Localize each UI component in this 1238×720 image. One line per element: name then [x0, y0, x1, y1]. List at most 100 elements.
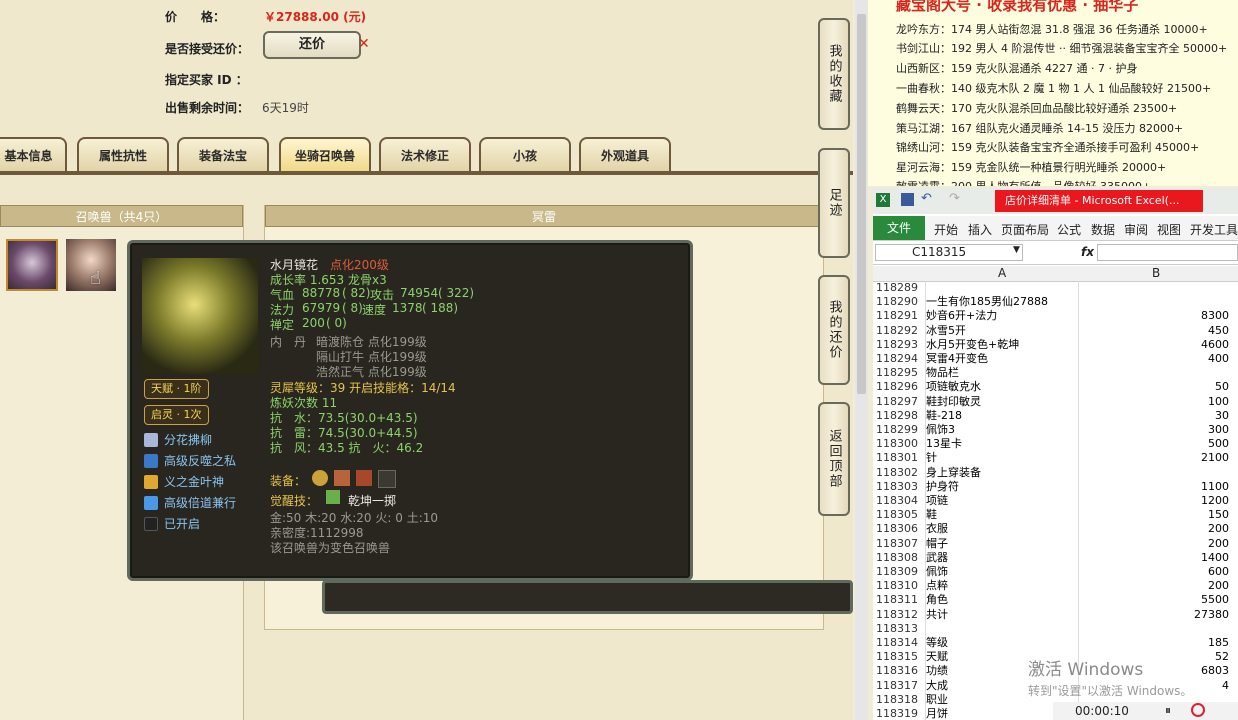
footprint-button[interactable]: 足迹 — [818, 148, 850, 258]
cell-b[interactable]: 1100 — [1201, 480, 1229, 494]
row-number[interactable]: 118296 — [876, 380, 924, 394]
cell-b[interactable]: 5500 — [1201, 593, 1229, 607]
row-number[interactable]: 118313 — [876, 622, 924, 636]
sheet-row[interactable]: 118296 项链敏克水 50 — [873, 380, 1238, 394]
cell-b[interactable]: 185 — [1208, 636, 1229, 650]
my-favorites-button[interactable]: 我的收藏 — [818, 18, 850, 130]
cell-a[interactable]: 大成 — [926, 679, 948, 693]
sheet-row[interactable]: 118309 佩饰 600 — [873, 565, 1238, 579]
row-number[interactable]: 118298 — [876, 409, 924, 423]
ribbon-tab-review[interactable]: 审阅 — [1124, 221, 1148, 238]
sheet-row[interactable]: 118295 物品栏 — [873, 366, 1238, 380]
ribbon-tab-data[interactable]: 数据 — [1091, 221, 1115, 238]
save-icon[interactable] — [901, 193, 914, 206]
row-number[interactable]: 118300 — [876, 437, 924, 451]
row-number[interactable]: 118305 — [876, 508, 924, 522]
row-number[interactable]: 118319 — [876, 707, 924, 720]
sheet-row[interactable]: 118305 鞋 150 — [873, 508, 1238, 522]
cell-a[interactable]: 帽子 — [926, 537, 948, 551]
sheet-row[interactable]: 118291 妙音6开+法力 8300 — [873, 309, 1238, 323]
cell-b[interactable]: 1200 — [1201, 494, 1229, 508]
row-number[interactable]: 118293 — [876, 338, 924, 352]
ribbon-tab-formulas[interactable]: 公式 — [1057, 221, 1081, 238]
row-number[interactable]: 118292 — [876, 324, 924, 338]
undo-icon[interactable]: ↶ — [921, 191, 932, 206]
cell-b[interactable]: 500 — [1208, 437, 1229, 451]
skill-2[interactable]: 高级反噬之私 — [144, 452, 236, 469]
name-box[interactable]: C118315 — [875, 244, 1023, 261]
row-number[interactable]: 118311 — [876, 593, 924, 607]
sheet-row[interactable]: 118293 水月5开变色+乾坤 4600 — [873, 338, 1238, 352]
formula-input[interactable] — [1097, 244, 1238, 261]
cell-a[interactable]: 月饼 — [926, 707, 948, 720]
tab-basic-info[interactable]: 基本信息 — [0, 137, 67, 171]
cell-a[interactable]: 职业 — [926, 693, 948, 707]
pet-thumbnail-1[interactable] — [6, 239, 58, 291]
cell-a[interactable]: 项链敏克水 — [926, 380, 981, 394]
cell-a[interactable]: 佩饰3 — [926, 423, 955, 437]
column-header-a[interactable]: A — [998, 266, 1006, 280]
cell-a[interactable]: 共计 — [926, 608, 948, 622]
sheet-row[interactable]: 118310 点粹 200 — [873, 579, 1238, 593]
cell-b[interactable]: 8300 — [1201, 309, 1229, 323]
sheet-row[interactable]: 118308 武器 1400 — [873, 551, 1238, 565]
sheet-row[interactable]: 118301 针 2100 — [873, 451, 1238, 465]
sheet-row[interactable]: 118307 帽子 200 — [873, 537, 1238, 551]
equip-armor-icon[interactable] — [334, 470, 350, 486]
sheet-row[interactable]: 118297 鞋封印敏灵 100 — [873, 395, 1238, 409]
row-number[interactable]: 118299 — [876, 423, 924, 437]
sheet-row[interactable]: 118306 衣服 200 — [873, 522, 1238, 536]
cell-b[interactable]: 200 — [1208, 579, 1229, 593]
cell-a[interactable]: 冰雪5开 — [926, 324, 966, 338]
cell-a[interactable]: 鞋封印敏灵 — [926, 395, 981, 409]
cell-b[interactable]: 2100 — [1201, 451, 1229, 465]
row-number[interactable]: 118306 — [876, 522, 924, 536]
row-number[interactable]: 118316 — [876, 664, 924, 678]
cell-b[interactable]: 30 — [1215, 409, 1229, 423]
ribbon-tab-home[interactable]: 开始 — [934, 221, 958, 238]
cell-a[interactable]: 角色 — [926, 593, 948, 607]
ribbon-tab-insert[interactable]: 插入 — [968, 221, 992, 238]
cell-b[interactable]: 6803 — [1201, 664, 1229, 678]
cell-b[interactable]: 600 — [1208, 565, 1229, 579]
equip-slot-empty[interactable] — [378, 470, 396, 488]
equip-collar-icon[interactable] — [356, 470, 372, 486]
sheet-row[interactable]: 118300 13星卡 500 — [873, 437, 1238, 451]
counter-offer-button[interactable]: 还价 — [263, 31, 361, 59]
cell-a[interactable]: 一生有你185男仙27888 — [926, 295, 1048, 309]
sheet-row[interactable]: 118290 一生有你185男仙27888 — [873, 295, 1238, 309]
tab-mounts-pets[interactable]: 坐骑召唤兽 — [279, 137, 371, 171]
cell-b[interactable]: 450 — [1208, 324, 1229, 338]
cell-a[interactable]: 鞋 — [926, 508, 937, 522]
row-number[interactable]: 118290 — [876, 295, 924, 309]
row-number[interactable]: 118315 — [876, 650, 924, 664]
row-number[interactable]: 118308 — [876, 551, 924, 565]
sheet-row[interactable]: 118303 护身符 1100 — [873, 480, 1238, 494]
row-number[interactable]: 118291 — [876, 309, 924, 323]
my-counter-offers-button[interactable]: 我的还价 — [818, 275, 850, 385]
row-number[interactable]: 118304 — [876, 494, 924, 508]
row-number[interactable]: 118303 — [876, 480, 924, 494]
cell-a[interactable]: 项链 — [926, 494, 948, 508]
sheet-row[interactable]: 118299 佩饰3 300 — [873, 423, 1238, 437]
cell-a[interactable]: 天赋 — [926, 650, 948, 664]
row-number[interactable]: 118312 — [876, 608, 924, 622]
cell-a[interactable]: 武器 — [926, 551, 948, 565]
cell-b[interactable]: 400 — [1208, 352, 1229, 366]
row-number[interactable]: 118301 — [876, 451, 924, 465]
cell-b[interactable]: 200 — [1208, 522, 1229, 536]
cell-b[interactable]: 1400 — [1201, 551, 1229, 565]
row-number[interactable]: 118295 — [876, 366, 924, 380]
cell-b[interactable]: 50 — [1215, 380, 1229, 394]
equip-ring-icon[interactable] — [312, 470, 328, 486]
ribbon-tab-developer[interactable]: 开发工具 — [1190, 221, 1238, 238]
sheet-row[interactable]: 118298 鞋-218 30 — [873, 409, 1238, 423]
sheet-row[interactable]: 118314 等级 185 — [873, 636, 1238, 650]
cell-b[interactable]: 27380 — [1194, 608, 1229, 622]
cell-b[interactable]: 300 — [1208, 423, 1229, 437]
tab-child[interactable]: 小孩 — [479, 137, 571, 171]
cell-b[interactable]: 200 — [1208, 537, 1229, 551]
cell-a[interactable]: 佩饰 — [926, 565, 948, 579]
ribbon-tab-view[interactable]: 视图 — [1157, 221, 1181, 238]
cell-b[interactable]: 4600 — [1201, 338, 1229, 352]
